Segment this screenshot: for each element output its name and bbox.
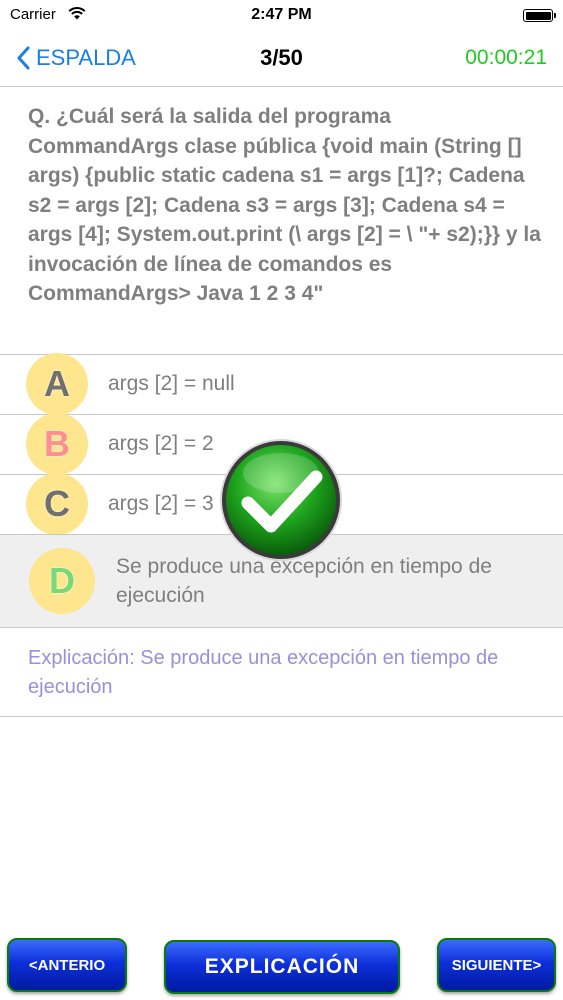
option-a-text: args [2] = null [108, 372, 235, 395]
option-b-text: args [2] = 2 [108, 432, 214, 455]
option-d-badge: D [29, 548, 95, 614]
divider [0, 716, 563, 717]
status-bar: Carrier 2:47 PM [0, 0, 563, 30]
option-a-badge: A [26, 353, 88, 415]
previous-button[interactable]: <ANTERIO [7, 938, 127, 992]
option-a[interactable]: A args [2] = null [0, 353, 563, 415]
option-b-badge: B [26, 413, 88, 475]
question-text: Q. ¿Cuál será la salida del programa Com… [28, 105, 541, 305]
option-c-badge: C [26, 473, 88, 535]
next-button[interactable]: SIGUIENTE> [437, 938, 556, 992]
explanation-text: Explicación: Se produce una excepción en… [28, 647, 499, 698]
status-time: 2:47 PM [251, 6, 312, 23]
battery-icon [523, 9, 556, 22]
correct-checkmark-icon [220, 439, 342, 561]
navigation-bar: ESPALDA 3/50 00:00:21 [0, 30, 563, 87]
explanation-button[interactable]: EXPLICACIÓN [164, 940, 400, 994]
quiz-timer: 00:00:21 [465, 46, 547, 69]
option-c-text: args [2] = 3 [108, 492, 214, 515]
